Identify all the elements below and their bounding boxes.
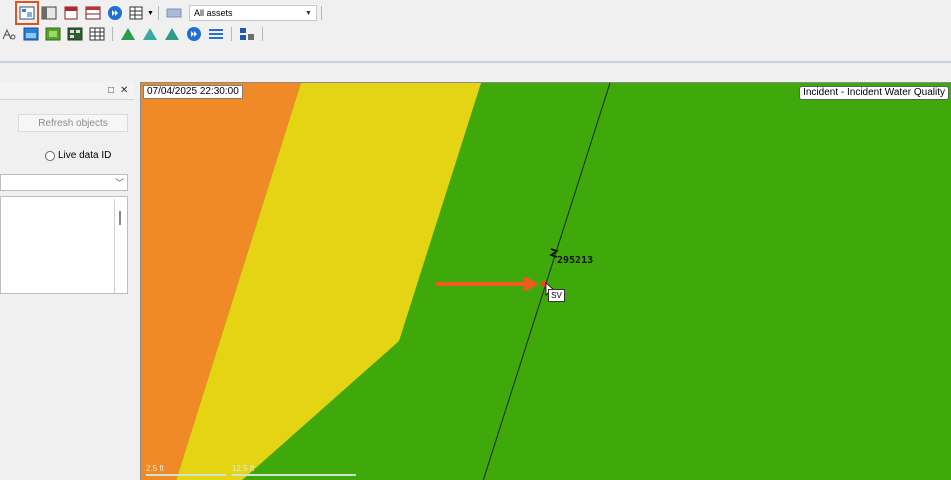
map-view-icon[interactable] (15, 1, 39, 25)
play-forward-icon[interactable] (106, 4, 124, 22)
data-table-icon[interactable] (88, 25, 106, 43)
properties-grid-icon[interactable] (40, 4, 58, 22)
report-icon[interactable] (62, 4, 80, 22)
layer-filter-icon[interactable] (165, 4, 183, 22)
table-report-icon[interactable] (84, 4, 102, 22)
fast-forward-icon[interactable] (185, 25, 203, 43)
toolbar-row-2 (0, 23, 267, 45)
map-view[interactable]: 07/04/2025 22:30:00 Incident - Incident … (140, 82, 951, 480)
toolbar-separator (157, 6, 159, 20)
grid-view-icon[interactable] (128, 4, 146, 22)
map-timestamp: 07/04/2025 22:30:00 (143, 85, 243, 99)
profile-tool-icon[interactable] (0, 25, 18, 43)
blue-green-triangle-icon[interactable] (163, 25, 181, 43)
refresh-objects-button[interactable]: Refresh objects (18, 114, 128, 132)
map-layer-label: Incident - Incident Water Quality (799, 86, 949, 100)
scale-label-left: 2.5 ft (146, 464, 164, 473)
theme-icon[interactable] (44, 25, 62, 43)
live-data-id-radio[interactable]: Live data ID (45, 150, 111, 161)
toolbar-separator (112, 27, 113, 41)
network-icon[interactable] (238, 25, 256, 43)
panel-header: □ ✕ (0, 82, 134, 100)
sliders-icon[interactable] (207, 25, 225, 43)
chevron-down-icon[interactable]: ▼ (147, 10, 154, 17)
teal-triangle-icon[interactable] (141, 25, 159, 43)
chevron-down-icon: ▼ (305, 9, 312, 17)
panel-dropdown[interactable]: ﹀ (0, 174, 128, 191)
close-icon[interactable]: ✕ (120, 85, 128, 96)
label-grid-icon[interactable] (66, 25, 84, 43)
left-panel: □ ✕ Refresh objects Live data ID ﹀ (0, 82, 134, 480)
green-triangle-icon[interactable] (119, 25, 137, 43)
live-data-id-label: Live data ID (58, 150, 112, 161)
application-window: ▼ All assets ▼ □ ✕ Refresh objects Live … (0, 0, 951, 480)
toolbar-separator (262, 27, 263, 41)
toolbar-divider (0, 61, 951, 63)
cursor-tooltip: SV (548, 289, 565, 302)
scrollbar-thumb[interactable] (119, 211, 121, 225)
asset-filter-value: All assets (193, 8, 233, 18)
asset-filter-dropdown[interactable]: All assets ▼ (188, 5, 317, 21)
scale-label-right: 12.5 ft (232, 464, 255, 473)
object-list[interactable] (0, 196, 128, 294)
list-divider (114, 199, 115, 293)
map-canvas[interactable] (141, 83, 951, 480)
asset-id-label: 295213 (557, 255, 594, 266)
radio-icon[interactable] (45, 150, 55, 161)
restore-icon[interactable]: □ (108, 85, 114, 96)
toolbar-separator (231, 27, 232, 41)
toolbar-separator (320, 6, 322, 20)
chevron-down-icon: ﹀ (114, 178, 124, 188)
window-map-icon[interactable] (22, 25, 40, 43)
toolbar-row-1: ▼ All assets ▼ (0, 1, 326, 25)
